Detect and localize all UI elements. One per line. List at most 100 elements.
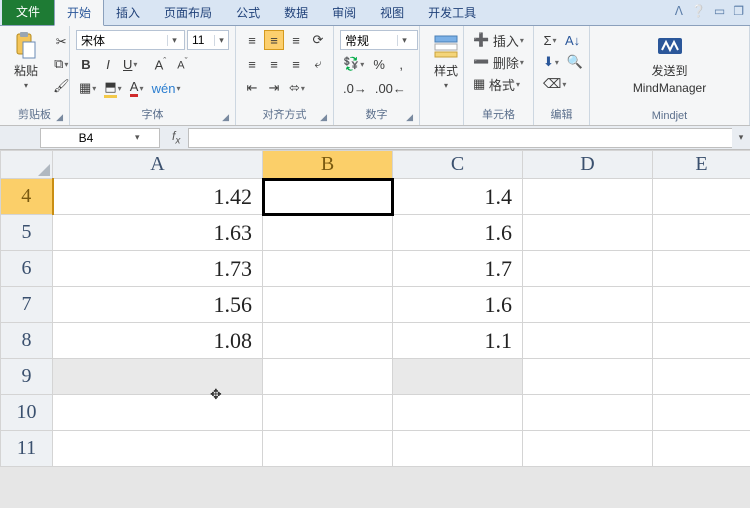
insert-function-button[interactable]: fx [164,129,188,146]
decrease-indent-button[interactable]: ⇤ [242,78,262,98]
orientation-button[interactable]: ⟳ [308,30,328,50]
cell-A7[interactable]: 1.56 [53,287,263,323]
column-header-A[interactable]: A [53,151,263,179]
cell-A5[interactable]: 1.63 [53,215,263,251]
cell-B7[interactable] [263,287,393,323]
tab-developer[interactable]: 开发工具 [416,0,488,25]
align-right-button[interactable]: ≡ [286,54,306,74]
cell-C4[interactable]: 1.4 [393,179,523,215]
chevron-down-icon[interactable]: ▾ [131,132,144,143]
find-select-button[interactable]: 🔍 [564,52,586,72]
cell-E5[interactable] [653,215,750,251]
font-size-combo[interactable]: ▾ [187,30,229,50]
currency-button[interactable]: 💱▾ [340,54,367,74]
cell-D4[interactable] [523,179,653,215]
cell-B4[interactable] [263,179,393,215]
cell-D11[interactable] [523,431,653,467]
cell-E9[interactable] [653,359,750,395]
cell-D5[interactable] [523,215,653,251]
cell-A10[interactable] [53,395,263,431]
borders-button[interactable]: ▦▾ [76,78,99,98]
cell-B9[interactable] [263,359,393,395]
chevron-down-icon[interactable]: ▾ [397,35,411,46]
font-color-button[interactable]: A▾ [127,78,147,98]
phonetic-button[interactable]: wén▾ [149,78,184,98]
shrink-font-button[interactable]: Aˇ [172,54,192,74]
cell-B8[interactable] [263,323,393,359]
row-header-8[interactable]: 8 [1,323,53,359]
align-middle-button[interactable]: ≡ [264,30,284,50]
tab-formulas[interactable]: 公式 [224,0,272,25]
underline-button[interactable]: U▾ [120,54,140,74]
cell-E4[interactable] [653,179,750,215]
align-bottom-button[interactable]: ≡ [286,30,306,50]
expand-formula-bar-button[interactable]: ▾ [732,132,750,143]
format-cells-button[interactable]: ▦ 格式▾ [470,74,532,94]
cell-B11[interactable] [263,431,393,467]
cell-C5[interactable]: 1.6 [393,215,523,251]
send-to-mindmanager-button[interactable]: 发送到 MindManager [627,30,712,97]
cell-A11[interactable] [53,431,263,467]
number-format-combo[interactable]: ▾ [340,30,418,50]
cell-A9[interactable] [53,359,263,395]
cell-B6[interactable] [263,251,393,287]
column-header-D[interactable]: D [523,151,653,179]
dialog-launcher-icon[interactable]: ◢ [320,112,327,123]
cell-C11[interactable] [393,431,523,467]
fill-color-button[interactable]: ⬒▾ [101,78,124,98]
cell-E11[interactable] [653,431,750,467]
decrease-decimal-button[interactable]: .00← [372,78,409,98]
paste-button[interactable]: 粘贴 ▾ [6,30,46,92]
align-center-button[interactable]: ≡ [264,54,284,74]
cell-D9[interactable] [523,359,653,395]
name-box[interactable]: ▾ [40,128,160,148]
number-format-input[interactable] [341,33,397,47]
cell-C8[interactable]: 1.1 [393,323,523,359]
cell-C7[interactable]: 1.6 [393,287,523,323]
dialog-launcher-icon[interactable]: ◢ [406,112,413,123]
font-name-input[interactable] [77,33,167,47]
row-header-5[interactable]: 5 [1,215,53,251]
cell-C6[interactable]: 1.7 [393,251,523,287]
row-header-6[interactable]: 6 [1,251,53,287]
minimize-ribbon-icon[interactable]: ᐱ [675,4,683,18]
font-size-input[interactable] [188,33,214,47]
chevron-down-icon[interactable]: ▾ [167,35,181,46]
column-header-C[interactable]: C [393,151,523,179]
increase-indent-button[interactable]: ⇥ [264,78,284,98]
row-header-4[interactable]: 4 [1,179,53,215]
increase-decimal-button[interactable]: .0→ [340,78,370,98]
autosum-button[interactable]: Σ▾ [540,30,560,50]
delete-cells-button[interactable]: ➖ 删除▾ [470,52,532,72]
cell-E7[interactable] [653,287,750,323]
cell-A6[interactable]: 1.73 [53,251,263,287]
tab-insert[interactable]: 插入 [104,0,152,25]
cell-D6[interactable] [523,251,653,287]
styles-button[interactable]: 样式 ▾ [426,30,466,92]
cell-E8[interactable] [653,323,750,359]
cell-reference-input[interactable] [41,131,131,145]
tab-file[interactable]: 文件 [2,0,54,25]
tab-review[interactable]: 审阅 [320,0,368,25]
help-icon[interactable]: ❔ [691,4,706,18]
grow-font-button[interactable]: Aˆ [150,54,170,74]
bold-button[interactable]: B [76,54,96,74]
tab-page-layout[interactable]: 页面布局 [152,0,224,25]
align-top-button[interactable]: ≡ [242,30,262,50]
chevron-down-icon[interactable]: ▾ [214,35,228,46]
dialog-launcher-icon[interactable]: ◢ [222,112,229,123]
clear-button[interactable]: ⌫▾ [540,74,569,94]
row-header-7[interactable]: 7 [1,287,53,323]
comma-button[interactable]: , [391,54,411,74]
cell-E10[interactable] [653,395,750,431]
merge-center-button[interactable]: ⬄▾ [286,78,308,98]
cell-E6[interactable] [653,251,750,287]
cell-A4[interactable]: 1.42 [53,179,263,215]
cell-B10[interactable] [263,395,393,431]
cell-C9[interactable] [393,359,523,395]
tab-home[interactable]: 开始 [54,0,104,26]
column-header-E[interactable]: E [653,151,750,179]
row-header-10[interactable]: 10 [1,395,53,431]
cell-B5[interactable] [263,215,393,251]
select-all-corner[interactable] [1,151,53,179]
